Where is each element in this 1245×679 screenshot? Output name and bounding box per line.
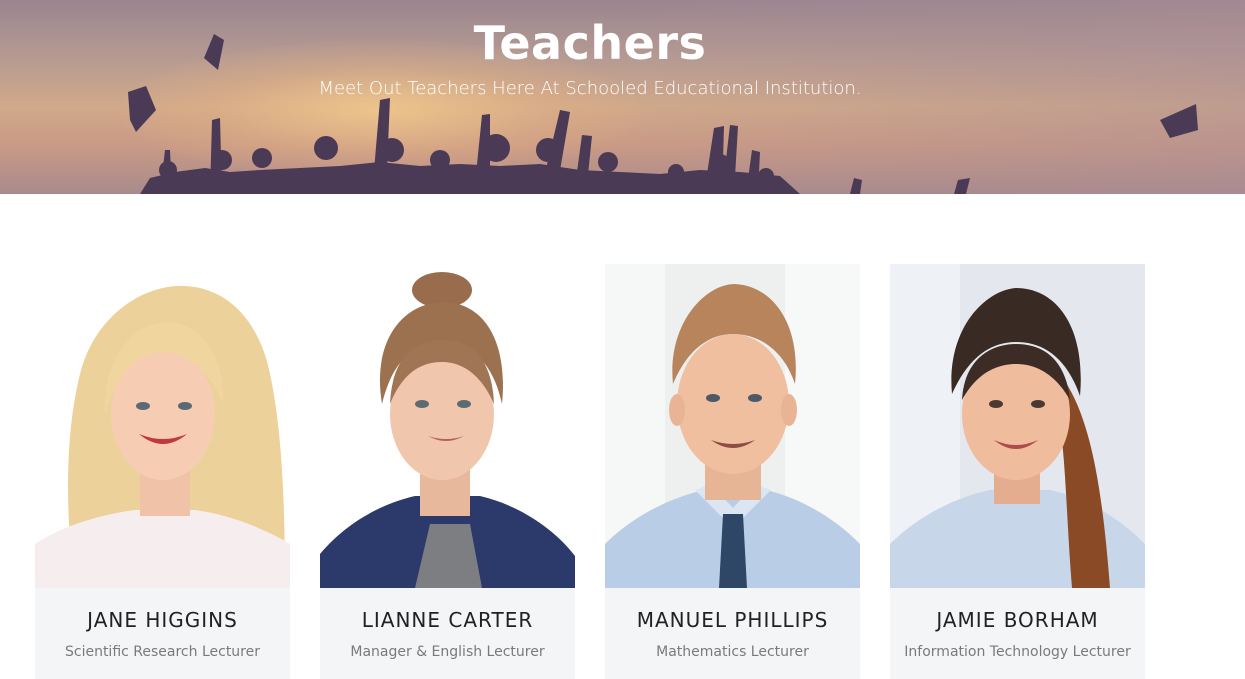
teacher-name[interactable]: JANE HIGGINS [35, 608, 290, 632]
teacher-info: JANE HIGGINS Scientific Research Lecture… [35, 588, 290, 679]
teacher-name[interactable]: LIANNE CARTER [320, 608, 575, 632]
hero-banner: Teachers Meet Out Teachers Here At Schoo… [0, 0, 1245, 194]
teacher-photo[interactable] [320, 264, 575, 588]
teacher-info: LIANNE CARTER Manager & English Lecturer [320, 588, 575, 679]
page-subtitle: Meet Out Teachers Here At Schooled Educa… [318, 78, 862, 99]
teacher-name[interactable]: MANUEL PHILLIPS [605, 608, 860, 632]
teacher-role: Information Technology Lecturer [904, 644, 1131, 660]
teacher-photo[interactable] [35, 264, 290, 588]
page-title: Teachers [473, 16, 707, 70]
teacher-name[interactable]: JAMIE BORHAM [890, 608, 1145, 632]
teacher-card-jamie-borham[interactable]: JAMIE BORHAM Information Technology Lect… [890, 264, 1145, 679]
teacher-info: JAMIE BORHAM Information Technology Lect… [890, 588, 1145, 679]
teacher-card-manuel-phillips[interactable]: MANUEL PHILLIPS Mathematics Lecturer [605, 264, 860, 679]
teacher-role: Scientific Research Lecturer [64, 644, 260, 660]
teacher-card-lianne-carter[interactable]: LIANNE CARTER Manager & English Lecturer [320, 264, 575, 679]
teacher-photo[interactable] [890, 264, 1145, 588]
teacher-photo[interactable] [605, 264, 860, 588]
teacher-role: Mathematics Lecturer [656, 644, 809, 660]
teacher-role: Manager & English Lecturer [350, 644, 545, 660]
teacher-info: MANUEL PHILLIPS Mathematics Lecturer [605, 588, 860, 679]
teacher-card-jane-higgins[interactable]: JANE HIGGINS Scientific Research Lecture… [35, 264, 290, 679]
